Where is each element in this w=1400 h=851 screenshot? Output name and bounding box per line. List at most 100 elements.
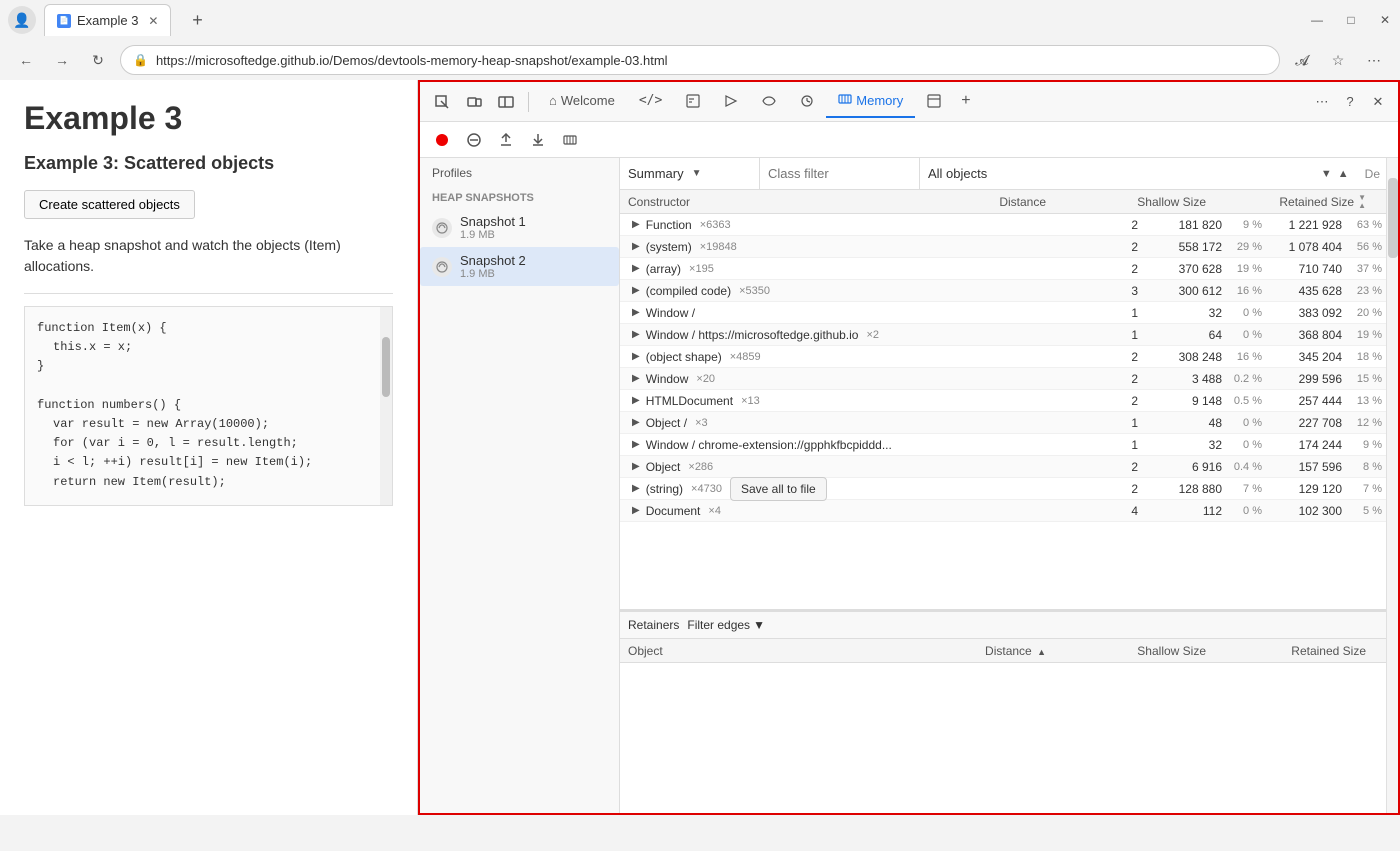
retainers-header-distance[interactable]: Distance ▲ — [974, 644, 1054, 658]
snapshot-2-icon — [432, 257, 452, 277]
retainers-label: Retainers — [628, 618, 679, 632]
devtools-close-button[interactable]: ✕ — [1366, 90, 1390, 114]
expand-icon-7[interactable]: ▶ — [632, 373, 640, 384]
download-profile-button[interactable] — [524, 126, 552, 154]
create-scattered-button[interactable]: Create scattered objects — [24, 190, 195, 219]
expand-icon-10[interactable]: ▶ — [632, 439, 640, 450]
header-distance[interactable]: Distance — [974, 195, 1054, 209]
cell-shallow-size-10: 32 — [1146, 438, 1226, 452]
settings-button[interactable]: ⋯ — [1360, 46, 1388, 74]
read-aloud-button[interactable]: 𝓐 — [1288, 46, 1316, 74]
expand-icon-6[interactable]: ▶ — [632, 351, 640, 362]
class-filter-input[interactable] — [768, 166, 898, 181]
retainers-header-retained[interactable]: Retained Size — [1214, 644, 1374, 658]
cell-distance-13: 4 — [1066, 504, 1146, 518]
cell-retained-size-2: 710 740 — [1266, 262, 1346, 276]
tab-close-button[interactable]: ✕ — [148, 14, 158, 28]
table-row[interactable]: ▶ (system) ×19848 2 558 172 29 % 1 078 4… — [620, 236, 1386, 258]
close-button[interactable]: ✕ — [1378, 13, 1392, 27]
retainers-header-shallow[interactable]: Shallow Size — [1054, 644, 1214, 658]
expand-icon-8[interactable]: ▶ — [632, 395, 640, 406]
code-scrollbar[interactable] — [380, 307, 392, 505]
browser-tab-active[interactable]: 📄 Example 3 ✕ — [44, 4, 171, 36]
tab-welcome-label: Welcome — [561, 93, 615, 108]
table-body: ▶ Function ×6363 2 181 820 9 % 1 221 928… — [620, 214, 1386, 609]
tab-add[interactable]: + — [953, 86, 978, 118]
tab-memory[interactable]: Memory — [826, 86, 915, 118]
table-row[interactable]: ▶ Document ×4 4 112 0 % 102 300 5 % — [620, 500, 1386, 522]
table-row[interactable]: ▶ Window ×20 2 3 488 0.2 % 299 596 15 % — [620, 368, 1386, 390]
snapshot-item-1[interactable]: Snapshot 1 1.9 MB — [420, 208, 619, 247]
expand-icon-11[interactable]: ▶ — [632, 461, 640, 472]
constructor-count-11: ×286 — [688, 461, 713, 473]
table-row[interactable]: ▶ (string) ×4730 Save all to file 2 128 … — [620, 478, 1386, 500]
filter-edges-button[interactable]: Filter edges ▼ — [687, 618, 765, 632]
minimize-button[interactable]: — — [1310, 13, 1324, 27]
table-row[interactable]: ▶ Object / ×3 1 48 0 % 227 708 12 % — [620, 412, 1386, 434]
expand-icon-2[interactable]: ▶ — [632, 263, 640, 274]
profile-avatar[interactable]: 👤 — [8, 6, 36, 34]
device-toggle-button[interactable] — [460, 88, 488, 116]
dock-button[interactable] — [492, 88, 520, 116]
retained-sort-up: ▲ — [1358, 202, 1366, 210]
header-constructor: Constructor — [620, 195, 974, 209]
refresh-button[interactable]: ↻ — [84, 46, 112, 74]
table-row[interactable]: ▶ (compiled code) ×5350 3 300 612 16 % 4… — [620, 280, 1386, 302]
header-shallow-size[interactable]: Shallow Size — [1054, 195, 1214, 209]
tab-console[interactable] — [674, 86, 712, 118]
devtools-more-button[interactable]: ⋯ — [1310, 90, 1334, 114]
cell-constructor-3: ▶ (compiled code) ×5350 — [620, 284, 1066, 298]
tab-application[interactable] — [915, 86, 953, 118]
tab-performance[interactable] — [788, 86, 826, 118]
table-scrollbar[interactable] — [1386, 158, 1398, 813]
retainers-body — [620, 663, 1386, 813]
table-row[interactable]: ▶ Function ×6363 2 181 820 9 % 1 221 928… — [620, 214, 1386, 236]
collect-garbage-button[interactable] — [556, 126, 584, 154]
expand-icon-4[interactable]: ▶ — [632, 307, 640, 318]
header-retained-size[interactable]: Retained Size ▼ ▲ — [1214, 194, 1374, 210]
devtools-help-button[interactable]: ? — [1338, 90, 1362, 114]
tab-elements[interactable]: </> — [627, 86, 674, 118]
expand-icon-9[interactable]: ▶ — [632, 417, 640, 428]
expand-icon-13[interactable]: ▶ — [632, 505, 640, 516]
tab-network[interactable] — [750, 86, 788, 118]
constructor-count-13: ×4 — [708, 505, 721, 517]
expand-icon-3[interactable]: ▶ — [632, 285, 640, 296]
cell-constructor-8: ▶ HTMLDocument ×13 — [620, 394, 1066, 408]
inspect-element-button[interactable] — [428, 88, 456, 116]
table-row[interactable]: ▶ HTMLDocument ×13 2 9 148 0.5 % 257 444… — [620, 390, 1386, 412]
record-button[interactable] — [428, 126, 456, 154]
cell-distance-2: 2 — [1066, 262, 1146, 276]
de-label: De — [1359, 167, 1386, 181]
expand-icon-1[interactable]: ▶ — [632, 241, 640, 252]
tab-sources[interactable] — [712, 86, 750, 118]
favorites-button[interactable]: ☆ — [1324, 46, 1352, 74]
constructor-count-1: ×19848 — [700, 241, 737, 253]
snapshot-item-2[interactable]: Snapshot 2 1.9 MB — [420, 247, 619, 286]
sort-down-arrow[interactable]: ▼ — [1319, 166, 1334, 182]
back-button[interactable]: ← — [12, 46, 40, 74]
maximize-button[interactable]: □ — [1344, 13, 1358, 27]
expand-icon-12[interactable]: ▶ — [632, 483, 640, 494]
table-row[interactable]: ▶ (array) ×195 2 370 628 19 % 710 740 37… — [620, 258, 1386, 280]
expand-icon-0[interactable]: ▶ — [632, 219, 640, 230]
forward-button[interactable]: → — [48, 46, 76, 74]
table-row[interactable]: ▶ Window / 1 32 0 % 383 092 20 % — [620, 302, 1386, 324]
table-row[interactable]: ▶ Window / chrome-extension://gpphkfbcpi… — [620, 434, 1386, 456]
clear-button[interactable] — [460, 126, 488, 154]
new-tab-button[interactable]: + — [183, 6, 211, 34]
tab-title: Example 3 — [77, 13, 138, 28]
expand-icon-5[interactable]: ▶ — [632, 329, 640, 340]
cell-constructor-6: ▶ (object shape) ×4859 — [620, 350, 1066, 364]
save-to-file-tooltip[interactable]: Save all to file — [730, 477, 827, 501]
tab-welcome[interactable]: ⌂ Welcome — [537, 86, 627, 118]
all-objects-dropdown[interactable]: All objects — [920, 158, 1311, 190]
upload-profile-button[interactable] — [492, 126, 520, 154]
summary-dropdown[interactable]: Summary ▼ — [620, 158, 760, 190]
table-row[interactable]: ▶ (object shape) ×4859 2 308 248 16 % 34… — [620, 346, 1386, 368]
filter-edges-label: Filter edges — [687, 618, 750, 632]
table-row[interactable]: ▶ Window / https://microsoftedge.github.… — [620, 324, 1386, 346]
url-bar[interactable]: 🔒 https://microsoftedge.github.io/Demos/… — [120, 45, 1280, 75]
table-row[interactable]: ▶ Object ×286 2 6 916 0.4 % 157 596 8 % — [620, 456, 1386, 478]
sort-up-arrow[interactable]: ▲ — [1336, 166, 1351, 182]
